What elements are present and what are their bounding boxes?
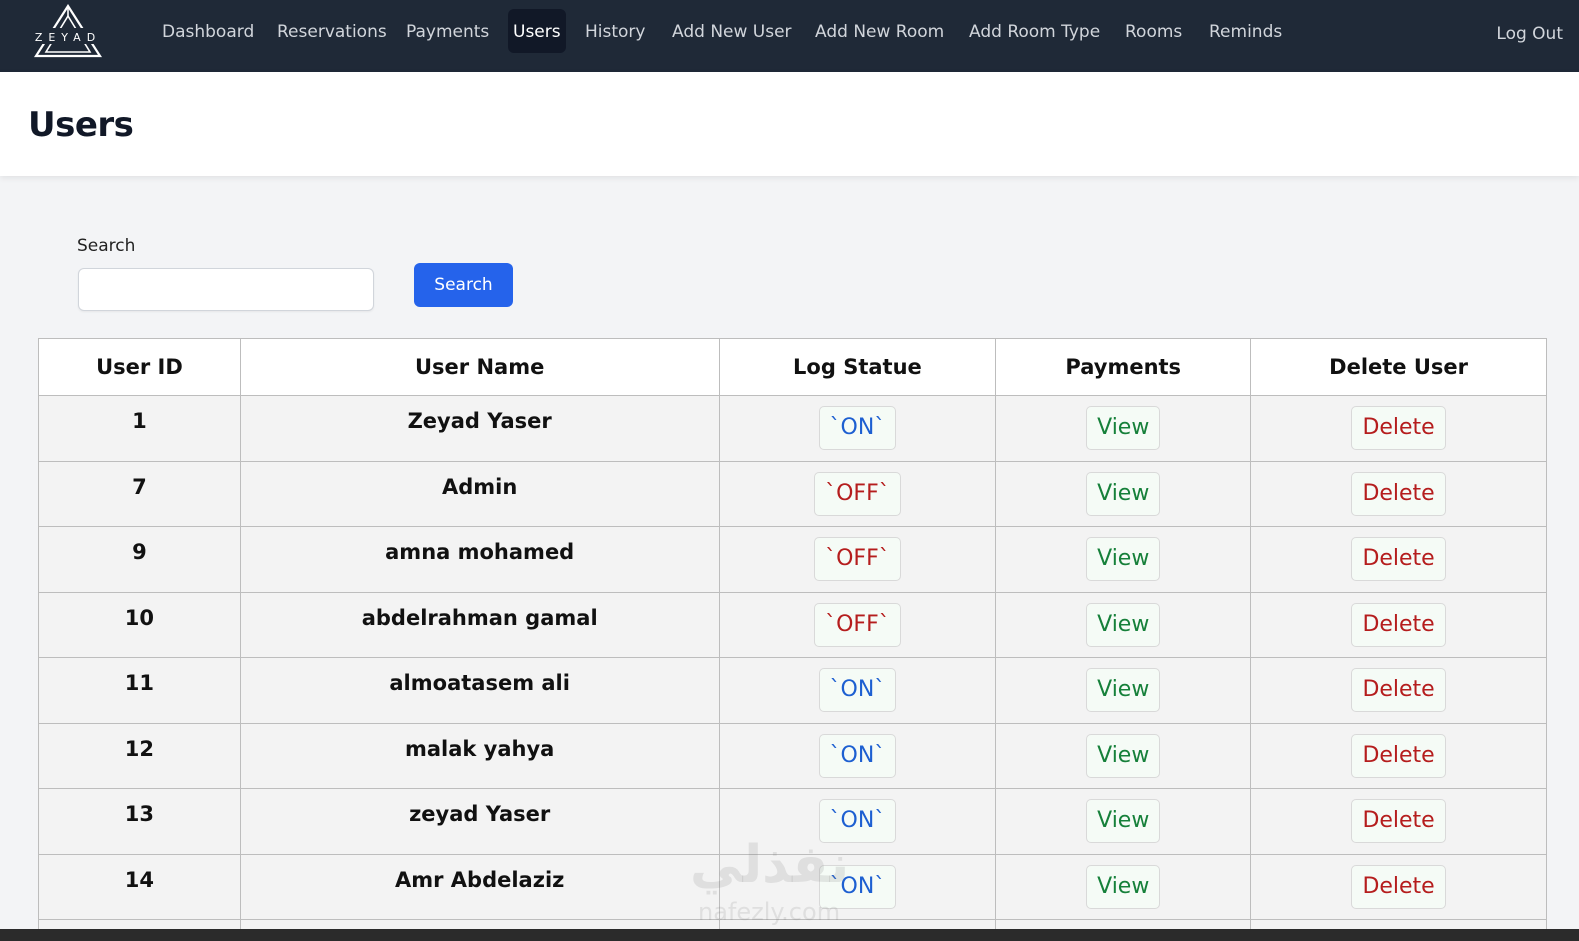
search-button[interactable]: Search [414,263,513,307]
search-input[interactable] [78,268,374,311]
nav-rooms[interactable]: Rooms [1120,9,1187,53]
user-name-cell: Amr Abdelaziz [239,853,720,920]
delete-cell: Delete [1250,460,1547,527]
user-id-cell: 14 [38,853,241,920]
page-title: Users [28,105,134,145]
nav-reservations[interactable]: Reservations [272,9,392,53]
header-log-status: Log Statue [718,338,997,396]
user-id-cell: 9 [38,526,241,593]
log-status-cell: `OFF` [718,591,997,658]
delete-user-button[interactable]: Delete [1351,864,1446,909]
payments-cell: View [995,722,1252,789]
nav-add-room-type[interactable]: Add Room Type [964,9,1105,53]
log-status-on-badge[interactable]: `ON` [818,799,897,844]
delete-user-button[interactable]: Delete [1351,668,1446,713]
log-status-cell: `OFF` [718,460,997,527]
zeyad-logo[interactable]: ZEYAD [28,4,108,60]
log-status-on-badge[interactable]: `ON` [818,406,897,451]
log-status-cell: `ON` [718,853,997,920]
user-id-cell: 1 [38,395,241,462]
payments-cell: View [995,657,1252,724]
delete-cell: Delete [1250,657,1547,724]
user-name-cell: Zeyad Yaser [239,395,720,462]
table-row: 10 abdelrahman gamal `OFF` View Delete [38,591,1547,658]
nav-add-new-user[interactable]: Add New User [667,9,797,53]
user-id-cell: 7 [38,460,241,527]
log-status-off-badge[interactable]: `OFF` [814,602,901,647]
view-payments-button[interactable]: View [1086,471,1161,516]
log-status-cell: `ON` [718,788,997,855]
user-id-cell: 11 [38,657,241,724]
log-status-cell: `ON` [718,722,997,789]
logout-link[interactable]: Log Out [1496,12,1563,56]
payments-cell: View [995,788,1252,855]
user-id-cell: 10 [38,591,241,658]
nav-reminds[interactable]: Reminds [1204,9,1287,53]
bottom-bar [0,929,1579,941]
table-row: 9 amna mohamed `OFF` View Delete [38,526,1547,593]
user-id-cell: 12 [38,722,241,789]
delete-cell: Delete [1250,591,1547,658]
payments-cell: View [995,526,1252,593]
view-payments-button[interactable]: View [1086,537,1161,582]
user-name-cell: malak yahya [239,722,720,789]
log-status-on-badge[interactable]: `ON` [818,864,897,909]
delete-user-button[interactable]: Delete [1351,733,1446,778]
header-user-name: User Name [239,338,720,396]
payments-cell: View [995,853,1252,920]
nav-add-new-room[interactable]: Add New Room [810,9,949,53]
log-status-on-badge[interactable]: `ON` [818,668,897,713]
top-navbar: ZEYAD Dashboard Reservations Payments Us… [0,0,1579,72]
nav-history[interactable]: History [580,9,650,53]
table-row: 1 Zeyad Yaser `ON` View Delete [38,395,1547,462]
delete-cell: Delete [1250,526,1547,593]
users-table: User ID User Name Log Statue Payments De… [38,338,1547,941]
table-header-row: User ID User Name Log Statue Payments De… [38,338,1547,396]
table-row: 11 almoatasem ali `ON` View Delete [38,657,1547,724]
view-payments-button[interactable]: View [1086,602,1161,647]
delete-user-button[interactable]: Delete [1351,602,1446,647]
delete-cell: Delete [1250,788,1547,855]
payments-cell: View [995,395,1252,462]
delete-user-button[interactable]: Delete [1351,799,1446,844]
user-name-cell: Admin [239,460,720,527]
delete-user-button[interactable]: Delete [1351,471,1446,516]
view-payments-button[interactable]: View [1086,733,1161,778]
view-payments-button[interactable]: View [1086,799,1161,844]
nav-payments[interactable]: Payments [401,9,494,53]
nav-dashboard[interactable]: Dashboard [157,9,259,53]
log-status-on-badge[interactable]: `ON` [818,733,897,778]
logo-text: ZEYAD [35,31,101,44]
user-name-cell: almoatasem ali [239,657,720,724]
delete-user-button[interactable]: Delete [1351,406,1446,451]
view-payments-button[interactable]: View [1086,406,1161,451]
nav-users[interactable]: Users [508,9,566,53]
table-row: 13 zeyad Yaser `ON` View Delete [38,788,1547,855]
log-status-cell: `OFF` [718,526,997,593]
delete-user-button[interactable]: Delete [1351,537,1446,582]
table-row: 12 malak yahya `ON` View Delete [38,722,1547,789]
view-payments-button[interactable]: View [1086,668,1161,713]
log-status-cell: `ON` [718,395,997,462]
table-row: 14 Amr Abdelaziz `ON` View Delete [38,853,1547,920]
header-payments: Payments [995,338,1252,396]
user-id-cell: 13 [38,788,241,855]
table-row: 7 Admin `OFF` View Delete [38,460,1547,527]
header-user-id: User ID [38,338,241,396]
log-status-cell: `ON` [718,657,997,724]
delete-cell: Delete [1250,722,1547,789]
payments-cell: View [995,591,1252,658]
header-delete-user: Delete User [1250,338,1547,396]
view-payments-button[interactable]: View [1086,864,1161,909]
page-header: Users [0,72,1579,176]
delete-cell: Delete [1250,853,1547,920]
log-status-off-badge[interactable]: `OFF` [814,471,901,516]
user-name-cell: abdelrahman gamal [239,591,720,658]
payments-cell: View [995,460,1252,527]
user-name-cell: zeyad Yaser [239,788,720,855]
delete-cell: Delete [1250,395,1547,462]
search-label: Search [77,236,136,256]
log-status-off-badge[interactable]: `OFF` [814,537,901,582]
user-name-cell: amna mohamed [239,526,720,593]
